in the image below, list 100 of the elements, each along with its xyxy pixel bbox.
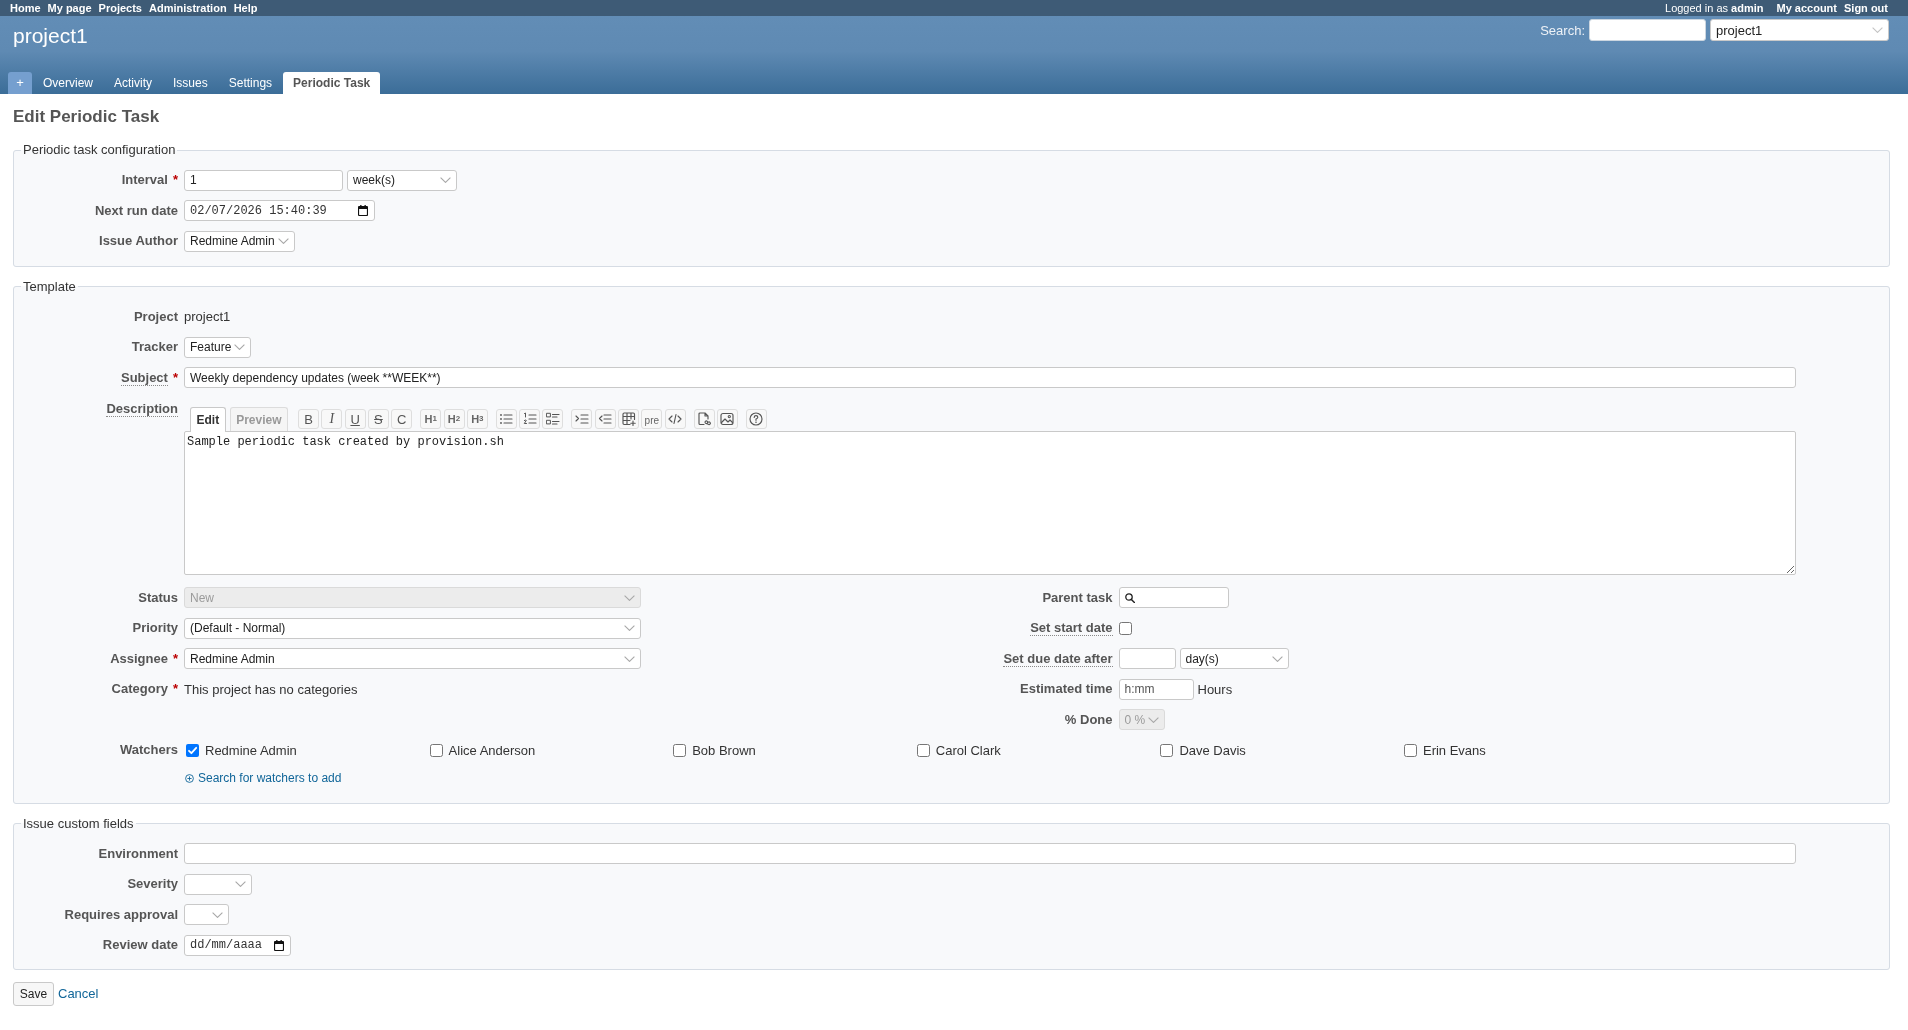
numbered-list-icon: [522, 412, 537, 426]
watcher-name: Redmine Admin: [205, 742, 297, 758]
toolbar-button[interactable]: C: [391, 409, 413, 429]
field-label: Interval: [121, 172, 168, 189]
dropdown[interactable]: (Default - Normal): [184, 617, 641, 639]
toolbar-button[interactable]: I: [321, 409, 343, 429]
section-legend: Issue custom fields: [21, 815, 136, 832]
text-field[interactable]: h:mm: [1118, 678, 1194, 700]
code-icon: [668, 412, 683, 426]
field-label: Severity: [127, 876, 178, 893]
toolbar-button[interactable]: [664, 409, 686, 429]
calendar-icon: [274, 939, 284, 951]
search-label: Search:: [1540, 22, 1585, 38]
toolbar-button[interactable]: [519, 409, 541, 429]
checkbox[interactable]: [916, 743, 930, 757]
dropdown[interactable]: Redmine Admin: [184, 230, 295, 252]
checkbox[interactable]: [1403, 743, 1417, 757]
toolbar-button[interactable]: [495, 409, 517, 429]
text-field[interactable]: Weekly dependency updates (week **WEEK**): [184, 367, 1796, 389]
required-marker: *: [172, 172, 178, 189]
checkbox[interactable]: [186, 743, 199, 757]
text-field[interactable]: 1: [184, 169, 343, 191]
checkbox[interactable]: [429, 743, 443, 757]
field-label: Review date: [102, 937, 178, 954]
checkbox[interactable]: [1118, 621, 1132, 635]
toolbar-button[interactable]: S: [367, 409, 389, 429]
dropdown[interactable]: week(s): [347, 169, 457, 191]
project-tab[interactable]: Activity: [104, 71, 163, 94]
field-label: Watchers: [119, 742, 178, 759]
chevron-down-icon: [278, 238, 289, 245]
field-label: Subject: [120, 369, 168, 386]
watcher-name: Dave Davis: [1179, 742, 1246, 758]
watcher-name: Alice Anderson: [448, 742, 536, 758]
text-field[interactable]: [184, 843, 1796, 865]
project-tab[interactable]: Overview: [33, 71, 103, 94]
account-link[interactable]: My account: [1776, 1, 1837, 15]
save-button[interactable]: Save: [13, 981, 54, 1006]
toolbar-button[interactable]: [618, 409, 639, 429]
chevron-down-icon: [624, 594, 635, 601]
calendar-icon: [358, 205, 368, 217]
bulleted-list-icon: [499, 412, 514, 426]
toolbar-button[interactable]: [693, 409, 715, 429]
field-label: Set start date: [1030, 620, 1113, 637]
section-legend: Template: [21, 278, 78, 295]
table-icon: [621, 412, 636, 426]
top-menu-link[interactable]: My page: [47, 1, 92, 15]
top-menu-link[interactable]: Help: [233, 1, 258, 15]
dropdown[interactable]: day(s): [1179, 648, 1289, 670]
toolbar-button[interactable]: [716, 409, 738, 429]
project-tab[interactable]: Settings: [218, 71, 283, 94]
text-field[interactable]: [1118, 648, 1176, 670]
chevron-down-icon: [1271, 655, 1283, 662]
toolbar-button[interactable]: B: [298, 409, 320, 429]
file-link-icon: [697, 412, 712, 426]
project-tab[interactable]: Issues: [163, 71, 218, 94]
page-title: Edit Periodic Task: [13, 106, 161, 128]
indent-icon: [574, 412, 589, 426]
dropdown[interactable]: Feature: [184, 336, 251, 358]
field-label: Tracker: [131, 339, 178, 356]
field-label: Assignee: [110, 650, 168, 667]
field-label: Environment: [98, 845, 178, 862]
dropdown[interactable]: Redmine Admin: [184, 648, 641, 670]
outdent-icon: [598, 412, 613, 426]
editor-mode-tab[interactable]: Edit: [190, 407, 226, 432]
date-field[interactable]: 02/07/2026 15:40:39: [184, 200, 375, 222]
toolbar-button[interactable]: U: [344, 409, 366, 429]
field-label: Description: [106, 401, 178, 417]
field-label: Status: [138, 589, 178, 606]
checkbox[interactable]: [1160, 743, 1174, 757]
search-field[interactable]: [1118, 587, 1229, 609]
account-link[interactable]: Sign out: [1844, 1, 1888, 15]
cancel-link[interactable]: Cancel: [58, 986, 99, 1001]
chevron-down-icon: [440, 177, 451, 184]
project-title: project1: [13, 23, 88, 49]
description-field[interactable]: Sample periodic task created by provision.sh: [184, 431, 1796, 575]
top-menu-link[interactable]: Administration: [149, 1, 227, 15]
search-field[interactable]: [1589, 19, 1706, 41]
project-tab[interactable]: Periodic Task: [283, 71, 381, 94]
field-label: Requires approval: [64, 906, 178, 923]
date-field[interactable]: dd/mm/aaaa: [184, 934, 291, 956]
section-legend: Periodic task configuration: [21, 142, 178, 158]
field-label: % Done: [1064, 711, 1113, 728]
checkbox[interactable]: [673, 743, 687, 757]
field-label: Estimated time: [1020, 681, 1113, 698]
chevron-down-icon: [624, 655, 635, 662]
toolbar-button[interactable]: pre: [641, 409, 663, 429]
unit-label: Hours: [1197, 681, 1233, 697]
top-menu-link[interactable]: Home: [10, 1, 41, 15]
toolbar-button[interactable]: [745, 409, 767, 429]
toolbar-button[interactable]: [542, 409, 564, 429]
field-label: Next run date: [94, 202, 178, 219]
field-label: Set due date after: [1003, 650, 1113, 667]
watcher-name: Bob Brown: [692, 742, 756, 758]
search-watchers-link[interactable]: Search for watchers to add: [185, 771, 342, 785]
chevron-down-icon: [1148, 716, 1160, 723]
required-marker: *: [172, 369, 178, 386]
dropdown[interactable]: project1: [1710, 19, 1889, 41]
top-menu-link[interactable]: Projects: [98, 1, 142, 15]
field-label: Category: [111, 681, 168, 698]
chevron-down-icon: [1872, 27, 1883, 33]
